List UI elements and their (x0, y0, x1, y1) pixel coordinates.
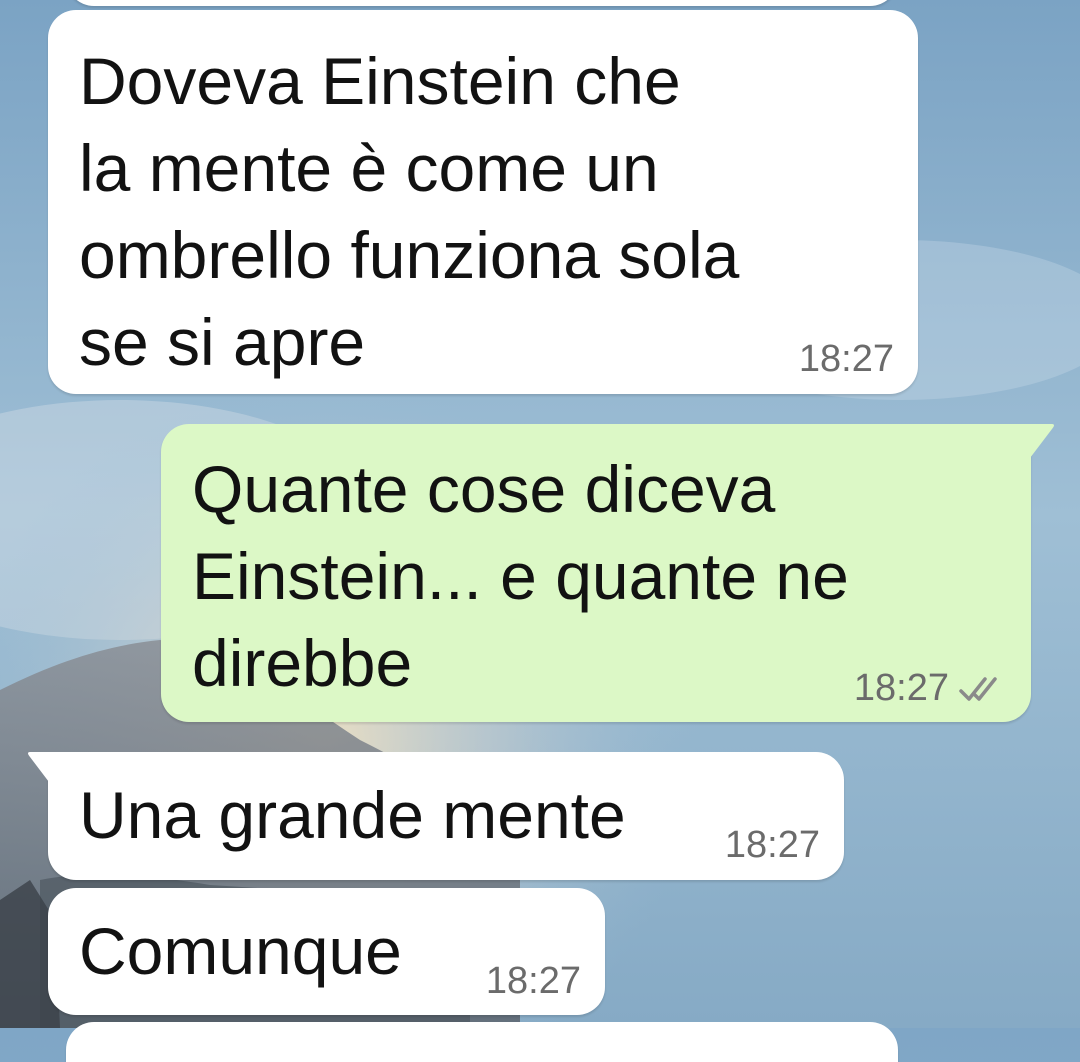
message-timestamp: 18:27 (799, 338, 894, 381)
message-time: 18:27 (724, 824, 820, 866)
next-message-bubble-partial (66, 1022, 898, 1062)
message-text: Una grande mente (79, 778, 626, 852)
message-bubble-incoming[interactable]: Comunque 18:27 (48, 888, 605, 1015)
message-text: Doveva Einstein che la mente è come un o… (79, 44, 740, 379)
incoming-bubble-tail (28, 752, 66, 786)
message-text: Comunque (79, 914, 402, 988)
message-bubble-incoming[interactable]: Una grande mente 18:27 (48, 752, 844, 880)
message-timestamp: 18:27 (725, 824, 820, 867)
message-time: 18:27 (798, 338, 894, 380)
chat-conversation: Doveva Einstein che la mente è come un o… (0, 0, 1080, 1062)
double-check-icon (959, 676, 997, 701)
message-time: 18:27 (485, 960, 581, 1002)
message-text: Quante cose diceva Einstein... e quante … (192, 452, 849, 700)
message-bubble-incoming[interactable]: Doveva Einstein che la mente è come un o… (48, 10, 918, 394)
message-time: 18:27 (853, 667, 949, 709)
message-timestamp: 18:27 (854, 667, 1003, 710)
message-timestamp: 18:27 (486, 960, 581, 1003)
message-bubble-outgoing[interactable]: Quante cose diceva Einstein... e quante … (161, 424, 1031, 722)
previous-message-bubble-partial (66, 0, 898, 6)
outgoing-bubble-tail (1016, 424, 1054, 458)
